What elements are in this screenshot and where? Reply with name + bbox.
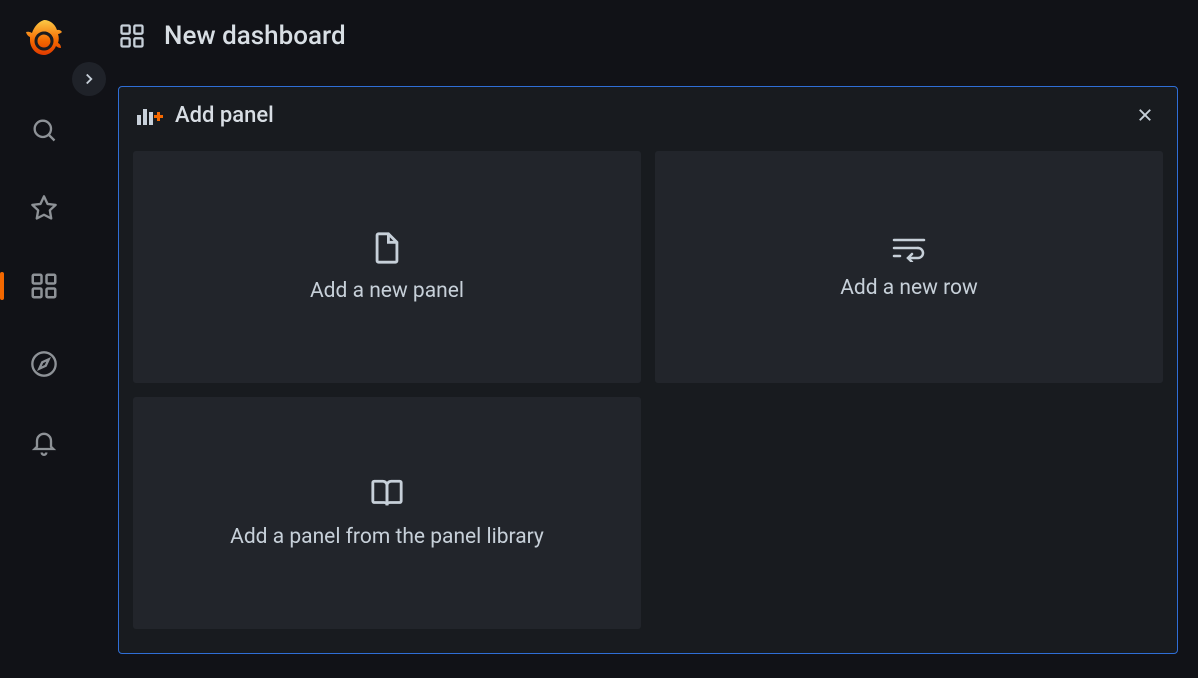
sidebar-item-dashboards[interactable] (14, 256, 74, 316)
bar-chart-plus-icon (137, 105, 165, 125)
card-add-new-row[interactable]: Add a new row (655, 151, 1163, 383)
card-label: Add a panel from the panel library (230, 525, 544, 549)
star-icon (30, 194, 58, 222)
dashboards-icon (29, 271, 59, 301)
topbar: New dashboard (88, 0, 1198, 72)
grafana-logo-icon (24, 18, 64, 62)
card-add-from-library[interactable]: Add a panel from the panel library (133, 397, 641, 629)
sidebar (0, 0, 88, 678)
panel-header: Add panel (119, 87, 1177, 133)
content-area: Add panel Add a new panel (88, 72, 1198, 678)
compass-icon (30, 350, 58, 378)
sidebar-item-alerting[interactable] (14, 412, 74, 472)
dashboards-icon (118, 22, 146, 50)
chevron-right-icon (80, 70, 98, 88)
wrap-text-icon (890, 234, 928, 262)
grafana-logo[interactable] (14, 10, 74, 70)
close-button[interactable] (1131, 101, 1159, 129)
card-label: Add a new panel (310, 279, 464, 303)
card-label: Add a new row (840, 276, 978, 300)
add-panel-editor: Add panel Add a new panel (118, 86, 1178, 654)
sidebar-expand-button[interactable] (72, 62, 106, 96)
panel-header-title: Add panel (175, 103, 274, 128)
bell-icon (30, 428, 58, 456)
page-title: New dashboard (164, 21, 346, 51)
card-add-new-panel[interactable]: Add a new panel (133, 151, 641, 383)
main-area: New dashboard Add panel (88, 0, 1198, 678)
close-icon (1136, 106, 1154, 124)
search-icon (30, 116, 58, 144)
sidebar-item-explore[interactable] (14, 334, 74, 394)
file-icon (370, 231, 404, 265)
sidebar-item-starred[interactable] (14, 178, 74, 238)
book-open-icon (368, 477, 406, 511)
card-grid: Add a new panel Add a new row (119, 133, 1177, 643)
sidebar-item-search[interactable] (14, 100, 74, 160)
